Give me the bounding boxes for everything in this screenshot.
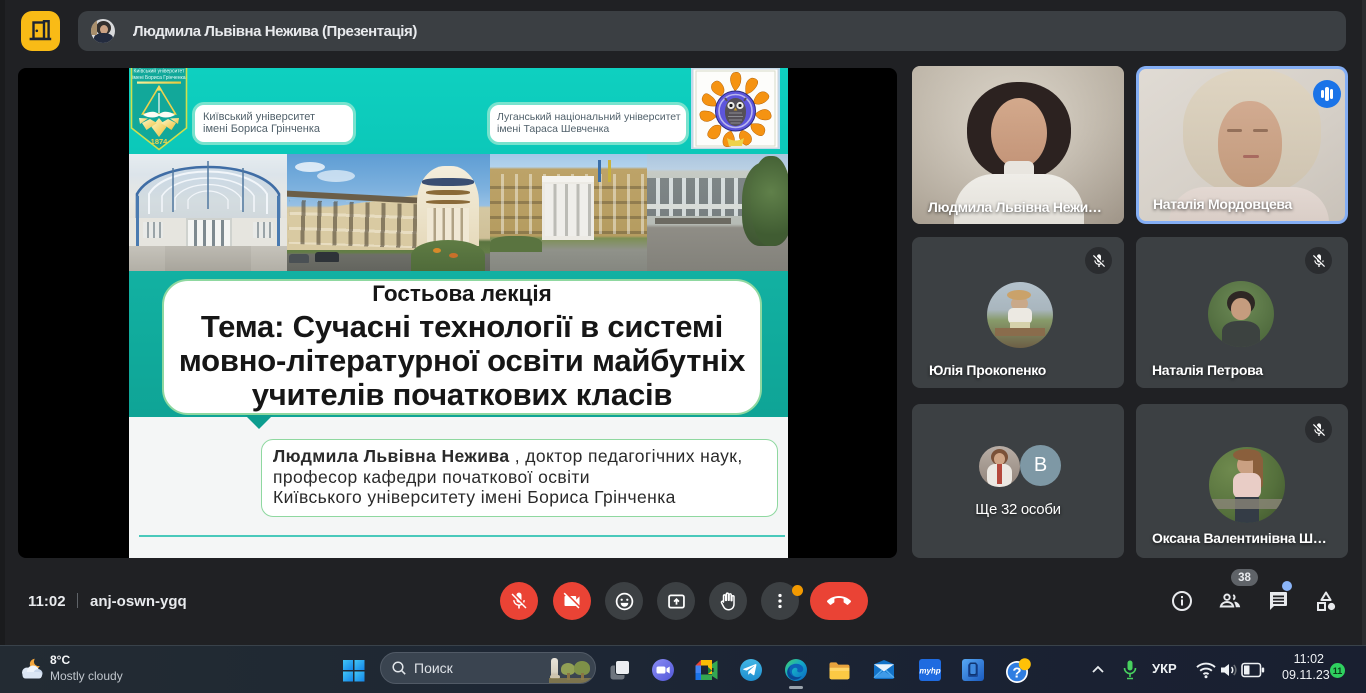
svg-text:1874: 1874 (151, 137, 169, 146)
svg-text:імені Бориса Грінченка: імені Бориса Грінченка (132, 75, 185, 81)
svg-text:myhp: myhp (919, 667, 940, 676)
svg-text:Київський університет: Київський університет (134, 68, 186, 75)
